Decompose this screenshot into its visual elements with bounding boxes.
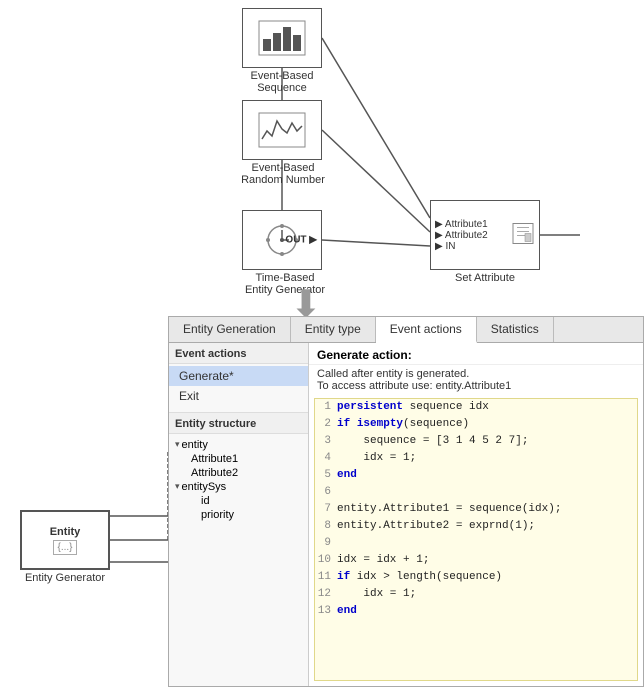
code-line: 5end: [315, 467, 637, 484]
entity-gen-label: Entity Generator: [10, 572, 120, 584]
tabs-bar: Entity Generation Entity type Event acti…: [169, 317, 643, 343]
line-code: idx = 1;: [337, 450, 637, 467]
es-label-attribute2: Attribute2: [191, 467, 238, 479]
info-line2: To access attribute use: entity.Attribut…: [317, 380, 635, 392]
event-list: Generate* Exit: [169, 364, 308, 408]
event-based-sequence-block: [242, 8, 322, 68]
es-label-priority: priority: [201, 509, 234, 521]
line-number: 8: [315, 518, 337, 535]
code-line: 1persistent sequence idx: [315, 399, 637, 416]
code-line: 9: [315, 535, 637, 552]
code-area[interactable]: 1persistent sequence idx2if isempty(sequ…: [314, 398, 638, 682]
time-based-entity-generator-block: OUT ▶: [242, 210, 322, 270]
line-code: sequence = [3 1 4 5 2 7];: [337, 433, 637, 450]
tab-statistics[interactable]: Statistics: [477, 317, 554, 342]
entity-structure: Entity structure ▾ entity Attribute1 Att…: [169, 412, 308, 526]
code-line: 3 sequence = [3 1 4 5 2 7];: [315, 433, 637, 450]
line-number: 10: [315, 552, 337, 569]
panel-body: Event actions Generate* Exit Entity stru…: [169, 343, 643, 687]
diagram-area: Event-BasedSequence Event-BasedRandom Nu…: [0, 0, 644, 310]
line-code: [337, 484, 637, 501]
tab-event-actions[interactable]: Event actions: [376, 317, 477, 343]
es-item-attribute1: Attribute1: [169, 452, 308, 466]
es-tree: ▾ entity Attribute1 Attribute2 ▾ entityS…: [169, 434, 308, 522]
code-table: 1persistent sequence idx2if isempty(sequ…: [315, 399, 637, 621]
line-code: end: [337, 603, 637, 620]
tab-entity-generation[interactable]: Entity Generation: [169, 317, 291, 342]
line-number: 12: [315, 586, 337, 603]
line-number: 1: [315, 399, 337, 416]
tab-entity-type[interactable]: Entity type: [291, 317, 376, 342]
line-code: if idx > length(sequence): [337, 569, 637, 586]
line-code: [337, 535, 637, 552]
panel-right: Generate action: Called after entity is …: [309, 343, 643, 687]
code-line: 12 idx = 1;: [315, 586, 637, 603]
entity-structure-label: Entity structure: [169, 412, 308, 434]
code-line: 2if isempty(sequence): [315, 416, 637, 433]
chevron-entity: ▾: [175, 439, 180, 450]
line-number: 5: [315, 467, 337, 484]
es-label-entitysys: entitySys: [182, 481, 227, 493]
info-line1: Called after entity is generated.: [317, 368, 635, 380]
es-label-attribute1: Attribute1: [191, 453, 238, 465]
line-number: 6: [315, 484, 337, 501]
panel-left: Event actions Generate* Exit Entity stru…: [169, 343, 309, 687]
line-code: idx = 1;: [337, 586, 637, 603]
code-line: 10idx = idx + 1;: [315, 552, 637, 569]
es-item-priority: priority: [169, 508, 308, 522]
line-number: 4: [315, 450, 337, 467]
line-code: persistent sequence idx: [337, 399, 637, 416]
es-item-attribute2: Attribute2: [169, 466, 308, 480]
event-item-exit[interactable]: Exit: [169, 386, 308, 406]
generate-info: Called after entity is generated. To acc…: [309, 365, 643, 395]
wires-svg: [0, 0, 644, 310]
event-based-sequence-label: Event-BasedSequence: [222, 70, 342, 94]
line-code: entity.Attribute2 = exprnd(1);: [337, 518, 637, 535]
code-line: 11if idx > length(sequence): [315, 569, 637, 586]
code-line: 8entity.Attribute2 = exprnd(1);: [315, 518, 637, 535]
line-code: entity.Attribute1 = sequence(idx);: [337, 501, 637, 518]
line-number: 3: [315, 433, 337, 450]
code-line: 7entity.Attribute1 = sequence(idx);: [315, 501, 637, 518]
chevron-entitysys: ▾: [175, 481, 180, 492]
entity-block: Entity {...}: [20, 510, 110, 570]
set-attribute-block: ▶ Attribute1 ▶ Attribute2 ▶ IN: [430, 200, 540, 270]
entity-block-title: Entity: [50, 526, 81, 538]
line-number: 2: [315, 416, 337, 433]
line-code: idx = idx + 1;: [337, 552, 637, 569]
code-line: 4 idx = 1;: [315, 450, 637, 467]
es-label-entity: entity: [182, 439, 208, 451]
es-item-id: id: [169, 494, 308, 508]
line-number: 13: [315, 603, 337, 620]
event-based-random-label: Event-BasedRandom Number: [218, 162, 348, 186]
es-item-entity: ▾ entity: [169, 438, 308, 452]
time-based-entity-generator-label: Time-BasedEntity Generator: [220, 272, 350, 296]
set-attribute-label: Set Attribute: [440, 272, 530, 284]
event-based-random-block: [242, 100, 322, 160]
line-code: if isempty(sequence): [337, 416, 637, 433]
event-item-generate[interactable]: Generate*: [169, 366, 308, 386]
panel-area: Entity Generation Entity type Event acti…: [168, 316, 644, 687]
code-line: 13end: [315, 603, 637, 620]
line-number: 7: [315, 501, 337, 518]
line-number: 9: [315, 535, 337, 552]
code-line: 6: [315, 484, 637, 501]
es-item-entitysys: ▾ entitySys: [169, 480, 308, 494]
entity-block-sub: {...}: [53, 540, 76, 555]
event-actions-label: Event actions: [169, 343, 308, 364]
line-code: end: [337, 467, 637, 484]
generate-header: Generate action:: [309, 343, 643, 365]
line-number: 11: [315, 569, 337, 586]
es-label-id: id: [201, 495, 210, 507]
